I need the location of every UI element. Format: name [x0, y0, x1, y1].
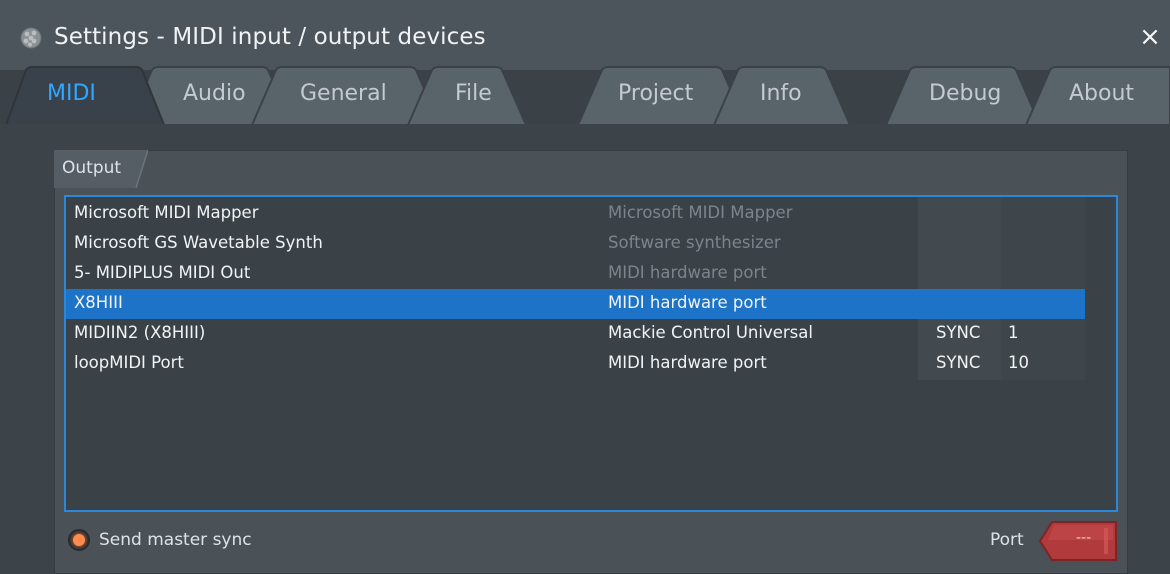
device-row[interactable]: X8HIII MIDI hardware port — [66, 289, 1085, 319]
device-name: Microsoft GS Wavetable Synth — [74, 233, 323, 252]
tab-midi[interactable]: MIDI — [47, 81, 96, 106]
device-name: MIDIIN2 (X8HIII) — [74, 323, 206, 342]
close-icon[interactable]: × — [1136, 22, 1164, 52]
tab-project[interactable]: Project — [618, 81, 693, 106]
device-row[interactable]: loopMIDI Port MIDI hardware port SYNC 10 — [66, 349, 1085, 379]
device-type: Mackie Control Universal — [608, 323, 813, 342]
device-type: MIDI hardware port — [608, 293, 767, 312]
device-type: MIDI hardware port — [608, 263, 767, 282]
device-row[interactable]: Microsoft GS Wavetable Synth Software syn… — [66, 229, 1085, 259]
device-sync: SYNC — [936, 323, 981, 342]
device-row[interactable]: 5- MIDIPLUS MIDI Out MIDI hardware port — [66, 259, 1085, 289]
device-type: Software synthesizer — [608, 233, 781, 252]
device-name: loopMIDI Port — [74, 353, 184, 372]
send-master-sync-radio[interactable] — [68, 529, 90, 551]
tab-info[interactable]: Info — [760, 81, 802, 106]
app-icon — [20, 27, 42, 49]
device-row[interactable]: MIDIIN2 (X8HIII) Mackie Control Universal… — [66, 319, 1085, 349]
output-group-label: Output — [62, 158, 122, 178]
device-name: 5- MIDIPLUS MIDI Out — [74, 263, 251, 282]
device-row[interactable]: Microsoft MIDI Mapper Microsoft MIDI Mapp… — [66, 199, 1085, 229]
tab-audio[interactable]: Audio — [183, 81, 246, 106]
tab-about[interactable]: About — [1069, 81, 1134, 106]
tab-general[interactable]: General — [300, 81, 387, 106]
device-name: X8HIII — [74, 293, 123, 312]
radio-dot — [73, 534, 85, 546]
port-label: Port — [990, 530, 1024, 550]
device-sync: SYNC — [936, 353, 981, 372]
send-master-sync-label[interactable]: Send master sync — [99, 530, 252, 550]
device-type: MIDI hardware port — [608, 353, 767, 372]
window-title: Settings - MIDI input / output devices — [54, 24, 486, 50]
tab-file[interactable]: File — [455, 81, 492, 106]
port-value: --- — [1076, 530, 1092, 546]
device-port: 10 — [1008, 353, 1029, 372]
device-port: 1 — [1008, 323, 1019, 342]
tab-debug[interactable]: Debug — [929, 81, 1001, 106]
device-type: Microsoft MIDI Mapper — [608, 203, 793, 222]
device-name: Microsoft MIDI Mapper — [74, 203, 259, 222]
